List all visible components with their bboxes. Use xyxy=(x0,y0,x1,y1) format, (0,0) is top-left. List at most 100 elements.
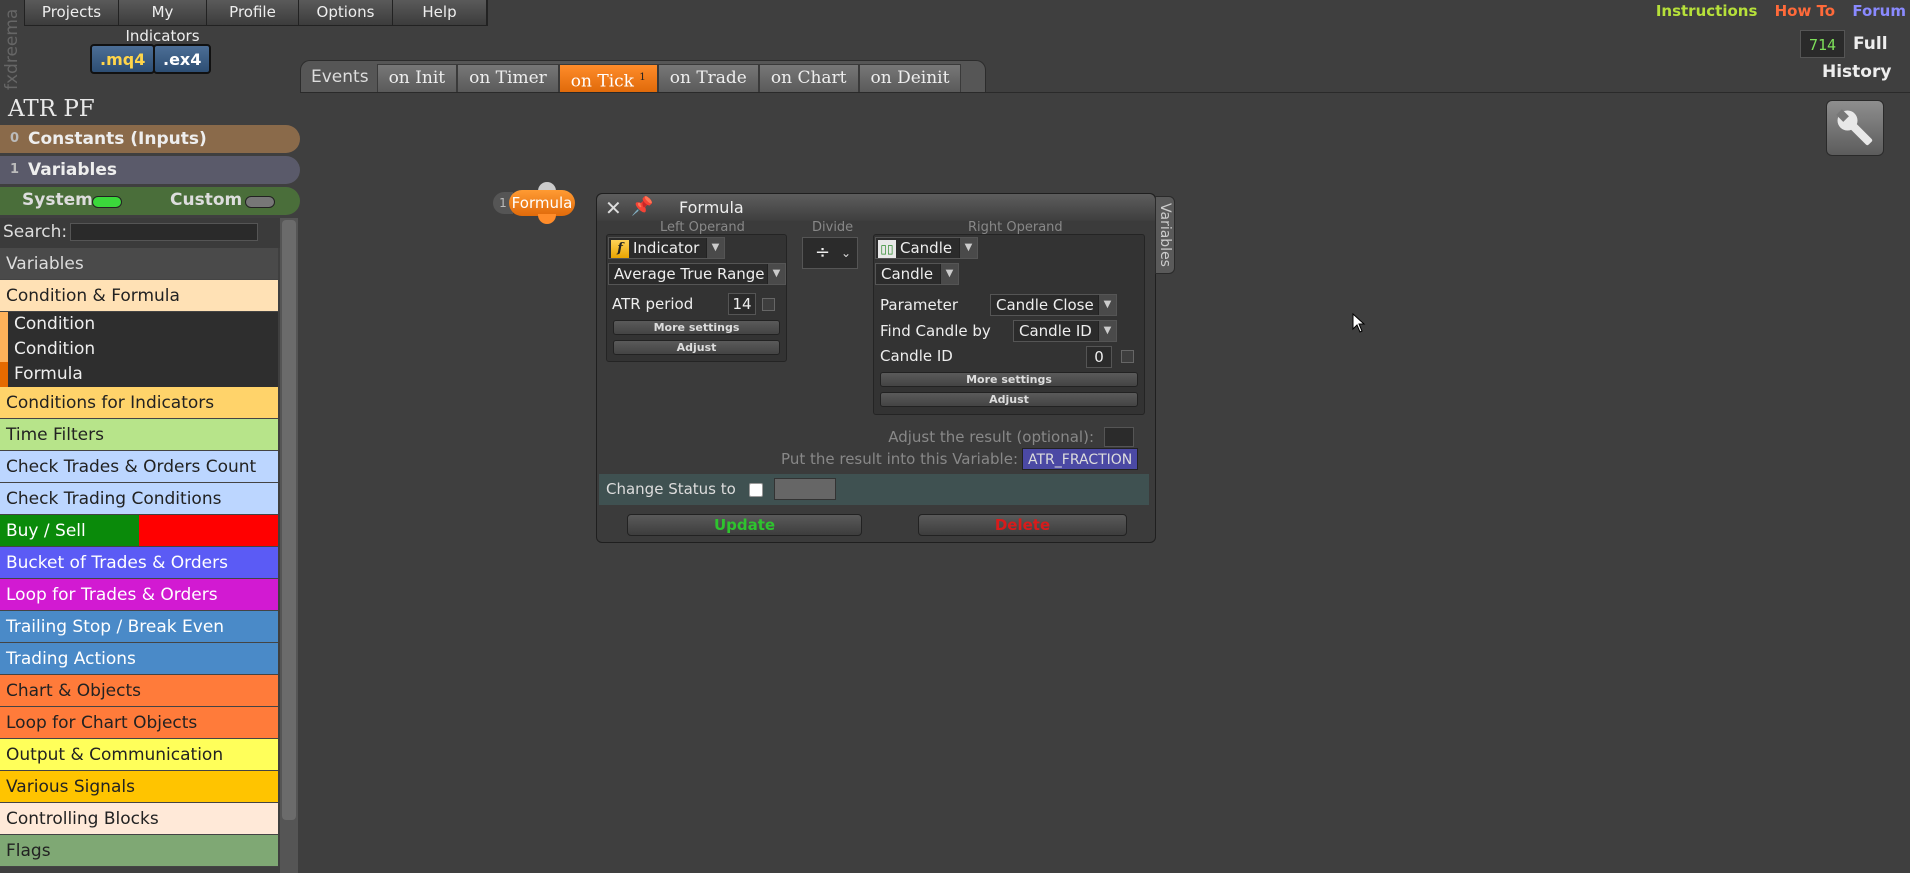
category-check-trades-orders-count[interactable]: Check Trades & Orders Count xyxy=(0,451,278,483)
block-label: Formula xyxy=(14,364,83,384)
block-color-bar xyxy=(0,337,8,362)
delete-button[interactable]: Delete xyxy=(918,514,1127,536)
cursor-icon xyxy=(1352,313,1366,333)
adjust-result-input[interactable] xyxy=(1104,427,1134,447)
scrollbar-thumb[interactable] xyxy=(282,220,296,820)
category-check-trading-conditions[interactable]: Check Trading Conditions xyxy=(0,483,278,515)
wrench-icon[interactable] xyxy=(1826,100,1884,156)
result-variable-chip[interactable]: ATR_FRACTION xyxy=(1022,448,1139,470)
candle-id-checkbox[interactable] xyxy=(1121,350,1134,363)
block-color-bar xyxy=(0,362,8,387)
brand-logo: fxdreema xyxy=(2,8,22,90)
atr-period-label: ATR period xyxy=(612,295,694,313)
change-status-input[interactable] xyxy=(774,478,836,500)
category-scrollbar[interactable] xyxy=(280,218,298,873)
divider xyxy=(300,92,1910,93)
chevron-down-icon: ▼ xyxy=(959,238,977,258)
category-controlling-blocks[interactable]: Controlling Blocks xyxy=(0,803,278,835)
forum-link[interactable]: Forum xyxy=(1852,2,1906,20)
tab-on-deinit[interactable]: on Deinit xyxy=(858,64,962,92)
events-label: Events xyxy=(311,67,369,87)
candle-id-input[interactable]: 0 xyxy=(1086,346,1112,368)
operator-select[interactable]: ÷ ⌄ xyxy=(802,237,858,269)
constants-count: 0 xyxy=(10,131,20,146)
update-button[interactable]: Update xyxy=(627,514,862,536)
category-condition-formula[interactable]: Condition & Formula xyxy=(0,280,278,312)
block-condition[interactable]: Condition xyxy=(0,337,278,362)
project-title: ATR PF xyxy=(8,96,95,122)
indicator-select[interactable]: Average True Range ▼ xyxy=(608,263,786,285)
dialog-header[interactable]: ✕ 📌 Formula xyxy=(597,194,1155,221)
candle-icon: ▯▯ xyxy=(878,239,896,258)
formula-block-node[interactable]: 1 Formula xyxy=(493,182,583,224)
candle-id-label: Candle ID xyxy=(880,347,953,365)
right-operand-type-select[interactable]: ▯▯ Candle ▼ xyxy=(875,237,978,259)
block-categories: Variables Condition & Formula Condition … xyxy=(0,248,278,873)
block-formula[interactable]: Formula xyxy=(0,362,278,387)
download-mq4-button[interactable]: .mq4 xyxy=(90,44,156,74)
chevron-down-icon: ▼ xyxy=(940,264,958,284)
block-label: Condition xyxy=(14,314,96,334)
variables-label: Variables xyxy=(28,160,118,180)
left-operand-type-select[interactable]: f Indicator ▼ xyxy=(608,237,725,259)
left-adjust-button[interactable]: Adjust xyxy=(613,340,780,355)
right-adjust-button[interactable]: Adjust xyxy=(880,392,1138,407)
dialog-title: Formula xyxy=(679,198,744,217)
constants-row[interactable]: 0 Constants (Inputs) xyxy=(0,125,300,153)
category-conditions-for-indicators[interactable]: Conditions for Indicators xyxy=(0,387,278,419)
instructions-link[interactable]: Instructions xyxy=(1656,2,1758,20)
menu-options[interactable]: Options xyxy=(299,0,393,25)
menu-profile[interactable]: Profile xyxy=(207,0,299,25)
tab-on-init[interactable]: on Init xyxy=(376,64,458,92)
parameter-select[interactable]: Candle Close ▼ xyxy=(990,294,1117,316)
category-variables[interactable]: Variables xyxy=(0,248,278,280)
variables-row[interactable]: 1 Variables xyxy=(0,156,300,184)
operator-header: Divide xyxy=(812,220,854,235)
left-more-settings-button[interactable]: More settings xyxy=(613,320,780,335)
category-buy-sell[interactable]: Buy / Sell xyxy=(0,515,278,547)
category-various-signals[interactable]: Various Signals xyxy=(0,771,278,803)
menu-help[interactable]: Help xyxy=(393,0,487,25)
chevron-down-icon: ▼ xyxy=(706,238,724,258)
category-trading-actions[interactable]: Trading Actions xyxy=(0,643,278,675)
atr-period-checkbox[interactable] xyxy=(762,298,775,311)
change-status-checkbox[interactable] xyxy=(749,483,763,497)
category-time-filters[interactable]: Time Filters xyxy=(0,419,278,451)
category-trailing-stop[interactable]: Trailing Stop / Break Even xyxy=(0,611,278,643)
tab-on-chart[interactable]: on Chart xyxy=(758,64,859,92)
top-links: Instructions How To Forum xyxy=(1644,2,1906,20)
system-toggle[interactable] xyxy=(92,196,122,208)
tab-on-timer[interactable]: on Timer xyxy=(457,64,559,92)
search-input[interactable] xyxy=(70,223,258,241)
how-to-link[interactable]: How To xyxy=(1775,2,1835,20)
block-condition[interactable]: Condition xyxy=(0,312,278,337)
custom-toggle[interactable] xyxy=(245,196,275,208)
category-chart-objects[interactable]: Chart & Objects xyxy=(0,675,278,707)
category-bucket-trades-orders[interactable]: Bucket of Trades & Orders xyxy=(0,547,278,579)
menu-projects[interactable]: Projects xyxy=(25,0,119,25)
variables-side-tab[interactable]: Variables xyxy=(1155,196,1175,274)
category-output-communication[interactable]: Output & Communication xyxy=(0,739,278,771)
right-more-settings-button[interactable]: More settings xyxy=(880,372,1138,387)
system-label: System xyxy=(22,190,93,210)
category-loop-chart-objects[interactable]: Loop for Chart Objects xyxy=(0,707,278,739)
tab-on-tick-label: on Tick xyxy=(570,71,634,92)
tab-on-tick[interactable]: on Tick 1 xyxy=(558,64,658,92)
custom-label: Custom xyxy=(170,190,243,210)
close-icon[interactable]: ✕ xyxy=(605,196,622,220)
category-loop-trades-orders[interactable]: Loop for Trades & Orders xyxy=(0,579,278,611)
pin-icon[interactable]: 📌 xyxy=(631,196,653,217)
find-candle-value: Candle ID xyxy=(1019,322,1092,340)
find-candle-select[interactable]: Candle ID ▼ xyxy=(1013,320,1117,342)
block-color-bar xyxy=(0,312,8,337)
block-label: Condition xyxy=(14,339,96,359)
menu-my-indicators[interactable]: My Indicators xyxy=(119,0,207,45)
tab-on-trade[interactable]: on Trade xyxy=(657,64,759,92)
category-flags[interactable]: Flags xyxy=(0,835,278,867)
download-ex4-button[interactable]: .ex4 xyxy=(153,44,212,74)
atr-period-input[interactable]: 14 xyxy=(728,293,756,315)
candle-subtype-select[interactable]: Candle ▼ xyxy=(875,263,959,285)
history-button[interactable]: History xyxy=(1822,62,1891,82)
history-full-button[interactable]: Full xyxy=(1853,34,1888,54)
node-output-connector[interactable] xyxy=(538,214,556,224)
